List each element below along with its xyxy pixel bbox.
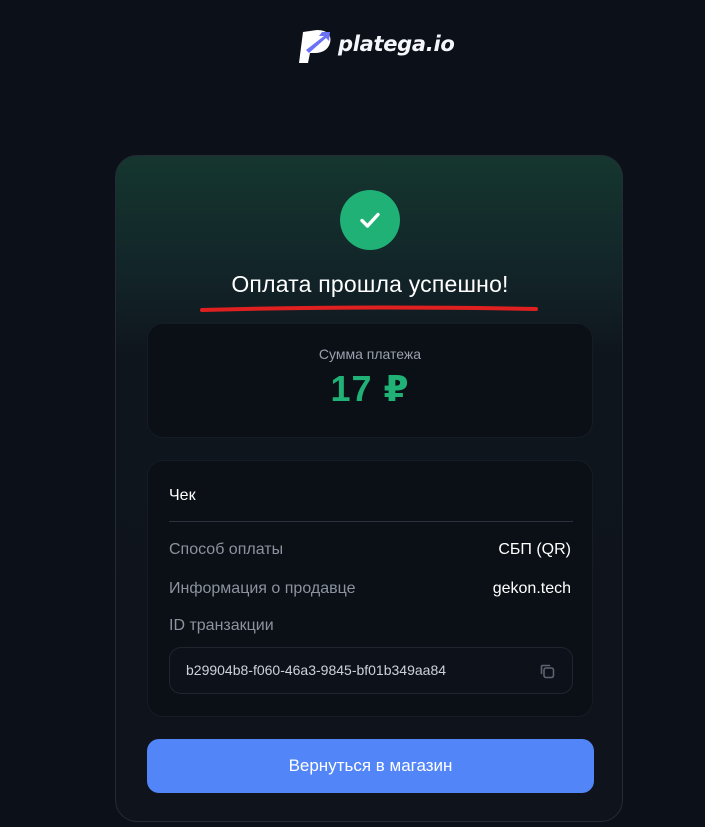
payment-method-label: Способ оплаты — [169, 541, 284, 558]
transaction-id-value[interactable]: b29904b8-f060-46a3-9845-bf01b349aa84 — [186, 662, 446, 678]
success-title: Оплата прошла успешно! — [231, 271, 509, 297]
receipt-panel: Чек Способ оплаты СБП (QR) Информация о … — [147, 460, 593, 717]
logo-text: platega.io — [338, 32, 455, 56]
red-annotation-underline — [200, 305, 538, 312]
seller-value: gekon.tech — [492, 580, 571, 597]
transaction-id-field[interactable]: b29904b8-f060-46a3-9845-bf01b349aa84 — [169, 647, 573, 694]
page-header: platega.io — [0, 0, 705, 90]
copy-icon[interactable] — [538, 662, 556, 680]
transaction-id-label: ID транзакции — [169, 617, 274, 634]
payment-amount-panel: Сумма платежа 17 ₽ — [147, 323, 593, 438]
payment-method-value: СБП (QR) — [498, 541, 571, 558]
success-badge — [340, 190, 400, 250]
amount-value: 17 ₽ — [330, 368, 410, 409]
platega-logo[interactable]: platega.io — [297, 26, 455, 66]
return-to-store-button[interactable]: Вернуться в магазин — [147, 739, 594, 793]
receipt-title: Чек — [169, 487, 196, 504]
platega-logo-icon — [299, 30, 331, 63]
checkmark-icon — [360, 212, 380, 228]
payment-result-card: Оплата прошла успешно! Сумма платежа 17 … — [115, 155, 623, 822]
receipt-divider — [169, 521, 573, 522]
seller-label: Информация о продавце — [169, 580, 356, 597]
amount-label: Сумма платежа — [318, 346, 422, 362]
